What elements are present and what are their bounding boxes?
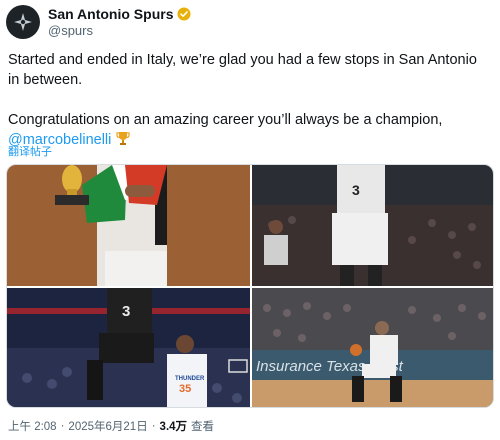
handle[interactable]: @spurs <box>48 23 191 38</box>
trophy-icon <box>116 132 130 145</box>
verified-badge-icon <box>177 7 191 21</box>
meta-separator: · <box>151 420 156 432</box>
photo-trophy-flag[interactable] <box>7 165 250 286</box>
tweet-meta: 上午 2:08 · 2025年6月21日 · 3.4万 查看 <box>8 418 214 434</box>
photo-player-3-back[interactable]: 3 <box>252 165 493 286</box>
svg-text:3: 3 <box>122 303 130 320</box>
tweet-header: San Antonio Spurs @spurs <box>6 4 191 40</box>
account-names: San Antonio Spurs @spurs <box>48 6 191 38</box>
post-time[interactable]: 上午 2:08 <box>8 418 57 434</box>
views-label: 查看 <box>191 421 215 433</box>
tweet-text: Started and ended in Italy, we’re glad y… <box>8 50 492 150</box>
post-date[interactable]: 2025年6月21日 <box>68 418 147 434</box>
jersey-number: 3 <box>352 182 360 198</box>
svg-text:35: 35 <box>179 383 191 395</box>
photo-player-dribble[interactable]: Insurance Texas Trust <box>252 288 493 407</box>
views-count: 3.4万 <box>159 421 188 433</box>
tweet-line-1: Started and ended in Italy, we’re glad y… <box>8 52 477 88</box>
translate-post-link[interactable]: 翻译帖子 <box>8 143 52 159</box>
spurs-logo-icon <box>14 13 32 31</box>
photo-player-3-thunder[interactable]: 3 THUNDER 35 <box>7 288 250 407</box>
display-name[interactable]: San Antonio Spurs <box>48 6 173 22</box>
tweet-line-2: Congratulations on an amazing career you… <box>8 112 443 128</box>
avatar[interactable] <box>6 5 40 39</box>
media-grid: 3 3 THUNDER 35 Insurance Texas Trust <box>6 164 494 408</box>
svg-text:THUNDER: THUNDER <box>175 376 205 382</box>
meta-separator: · <box>60 420 65 432</box>
